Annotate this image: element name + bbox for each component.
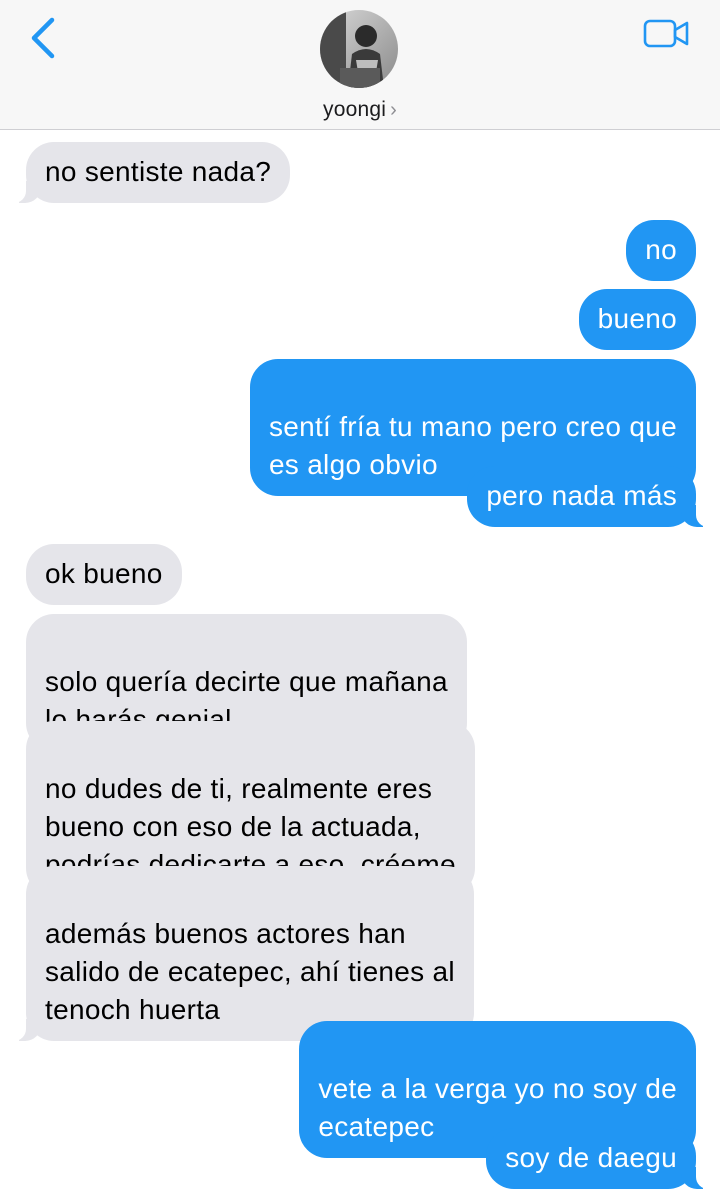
contact-name-button[interactable]: yoongi › [0,98,720,122]
chevron-left-icon [31,17,55,59]
avatar-photo [320,10,398,88]
incoming-message[interactable]: además buenos actores han salido de ecat… [6,866,474,1041]
message-text: soy de daegu [505,1142,677,1173]
video-call-button[interactable] [642,14,692,54]
message-text: pero nada más [486,480,677,511]
incoming-message[interactable]: no sentiste nada? [5,142,291,203]
outgoing-message[interactable]: no [626,220,696,281]
message-text: bueno [597,303,677,334]
video-camera-icon [643,19,689,48]
back-button[interactable] [26,14,66,64]
message-text: no dudes de ti, realmente eres bueno con… [45,773,456,880]
message-text: no sentiste nada? [45,156,272,187]
chevron-right-icon: › [390,99,397,121]
message-text: no [645,234,677,265]
outgoing-message[interactable]: bueno [578,289,696,350]
message-text: ok bueno [45,558,163,589]
conversation-header: yoongi › [0,0,720,130]
incoming-message[interactable]: ok bueno [26,544,182,605]
message-thread[interactable]: no sentiste nada? no bueno sentí fría tu… [0,130,720,1200]
contact-name: yoongi [323,98,387,121]
outgoing-message[interactable]: pero nada más [467,466,716,527]
contact-avatar[interactable] [320,10,398,88]
message-text: además buenos actores han salido de ecat… [45,918,455,1025]
outgoing-message[interactable]: soy de daegu [486,1128,716,1189]
